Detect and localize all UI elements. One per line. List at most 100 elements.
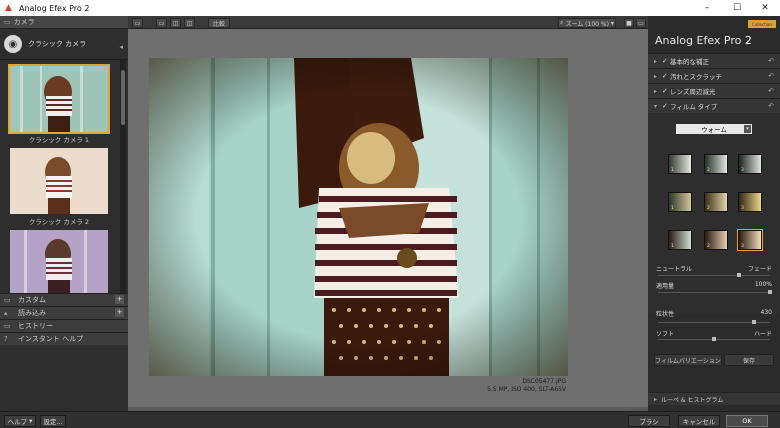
chevron-right-icon: ▸ [654,395,658,403]
accordion-history[interactable]: ▭ ヒストリー [0,319,128,332]
preset-thumbnail-2[interactable] [10,148,108,214]
help-button[interactable]: ヘルプ ▾ [4,415,36,427]
canvas-frame: DSC05477.JPG 5.5 MP, ISO 400, SLT-A65V [128,29,648,407]
preset-thumbnail-image [10,148,108,214]
square-icon: ■ [626,19,632,27]
film-type-dropdown[interactable]: ウォーム ▾ [676,124,752,134]
panel-icon: ▭ [134,19,141,27]
preview-photo[interactable] [149,58,568,376]
film-swatch[interactable]: 1 [668,230,692,250]
film-swatch[interactable]: 3 [738,192,762,212]
preset-thumbnail-1[interactable] [8,64,110,134]
film-variation-button[interactable]: フィルムバリエーション [654,354,722,366]
side-by-side-icon: ◫ [186,19,193,27]
preview-toolbar: ▭ ▭ ◫ ◫ 比較 ⌕ ズーム (100 %) ▾ ■ ▭ [128,16,648,29]
camera-tab-label: カメラ [13,18,35,26]
chevron-down-icon: ▾ [654,102,658,110]
adjustments-panel: Collection Analog Efex Pro 2 ▸ ✓ 基本的な補正 … [648,16,780,411]
accordion-import[interactable]: ▴ 読み込み + [0,306,128,319]
reset-icon[interactable]: ↶ [768,87,774,95]
section-label: フィルム タイプ [670,103,718,111]
accordion-instant-help[interactable]: ? インスタント ヘルプ [0,332,128,345]
cancel-button[interactable]: キャンセル [678,415,720,427]
close-button[interactable]: ✕ [750,0,780,16]
film-swatch[interactable]: 3 [738,154,762,174]
neutral-fade-slider-knob[interactable] [736,273,741,277]
section-lens-vignette[interactable]: ▸ ✓ レンズ周辺減光 ↶ [648,83,780,98]
fade-label: フェード [747,266,772,273]
compare-button[interactable]: 比較 [208,18,230,28]
film-type-value: ウォーム [701,126,727,134]
toggle-right-panel-button[interactable]: ▭ [636,18,646,28]
chevron-down-icon: ▾ [744,125,751,133]
zoom-dropdown[interactable]: ⌕ ズーム (100 %) ▾ [558,18,616,28]
section-label: 汚れとスクラッチ [670,73,722,81]
section-enable-checkbox[interactable]: ✓ [662,57,670,65]
hard-label: ハード [753,331,772,338]
section-enable-checkbox[interactable]: ✓ [662,102,670,110]
section-dirt-scratches[interactable]: ▸ ✓ 汚れとスクラッチ ↶ [648,68,780,83]
brand-title: Analog Efex Pro 2 [655,34,752,47]
reset-icon[interactable]: ↶ [768,57,774,65]
strength-slider-knob[interactable] [768,290,772,294]
strength-label: 適用量 [656,283,675,290]
accordion-custom[interactable]: ▭ カスタム + [0,293,128,306]
film-swatch[interactable]: 2 [704,154,728,174]
grain-slider-knob[interactable] [752,320,757,324]
film-swatch[interactable]: 2 [704,230,728,250]
brush-button[interactable]: ブラシ [628,415,670,427]
add-custom-button[interactable]: + [115,295,124,304]
preset-caption-1: クラシック カメラ 1 [28,136,90,144]
maximize-button[interactable]: ☐ [722,0,752,16]
film-swatch-number: 3 [741,206,744,211]
film-swatch[interactable]: 2 [704,192,728,212]
brand-version: 2 [744,34,752,47]
side-by-side-button[interactable]: ◫ [184,18,195,28]
scrollbar-thumb[interactable] [121,70,125,125]
split-view-icon: ◫ [172,19,179,27]
preset-header: ◉ クラシック カメラ [0,29,128,60]
soft-hard-slider-knob[interactable] [712,337,716,341]
preset-caption-2: クラシック カメラ 2 [28,218,90,226]
single-view-icon: ▭ [158,19,165,27]
film-swatch-number: 1 [671,244,674,249]
accordion-label: カスタム [18,296,46,304]
film-swatch[interactable]: 3 [737,229,763,251]
collapse-panel-icon[interactable]: ◂ [119,43,123,51]
film-swatch-number: 3 [741,168,744,173]
camera-tab[interactable]: ▭ カメラ [0,16,128,29]
strength-slider[interactable] [658,292,770,293]
section-enable-checkbox[interactable]: ✓ [662,72,670,80]
minimize-button[interactable]: – [692,0,722,16]
toggle-left-panel-button[interactable]: ▭ [132,18,143,28]
film-swatch[interactable]: 1 [668,154,692,174]
chevron-right-icon: ▸ [654,57,658,65]
preset-scrollbar[interactable] [120,60,126,307]
film-type-panel: ウォーム ▾ 1 2 3 1 2 3 1 2 3 ニュートラル フェード 適用量 100% 粒状… [648,114,780,318]
add-import-button[interactable]: + [115,308,124,317]
background-color-button[interactable]: ■ [624,18,634,28]
preset-thumbnail-image [10,66,108,132]
neutral-fade-slider[interactable] [658,275,770,276]
settings-button[interactable]: 設定... [40,415,66,427]
accordion-label: インスタント ヘルプ [18,335,84,343]
accordion-label: 読み込み [18,309,46,317]
folder-icon: ▭ [4,296,11,304]
section-film-type[interactable]: ▾ ✓ フィルム タイプ ↶ [648,98,780,113]
section-label: レンズ周辺減光 [670,88,716,96]
film-swatch-number: 2 [707,244,710,249]
bottom-bar: ヘルプ ▾ 設定... ブラシ キャンセル OK [0,411,780,428]
reset-icon[interactable]: ↶ [768,72,774,80]
section-basic-adjustments[interactable]: ▸ ✓ 基本的な補正 ↶ [648,53,780,68]
film-swatch[interactable]: 1 [668,192,692,212]
film-swatch-number: 2 [707,168,710,173]
loupe-histogram-section[interactable]: ▸ ルーペ & ヒストグラム [648,392,780,405]
reset-icon[interactable]: ↶ [768,102,774,110]
preset-panel: ▭ カメラ ◉ クラシック カメラ ◂ クラシック カメラ 1 クラシック カメ… [0,16,128,411]
ok-button[interactable]: OK [726,415,768,427]
save-preset-button[interactable]: 保存 [724,354,774,366]
section-enable-checkbox[interactable]: ✓ [662,87,670,95]
single-view-button[interactable]: ▭ [156,18,167,28]
split-view-button[interactable]: ◫ [170,18,181,28]
preset-thumbnail-3[interactable] [10,230,108,296]
